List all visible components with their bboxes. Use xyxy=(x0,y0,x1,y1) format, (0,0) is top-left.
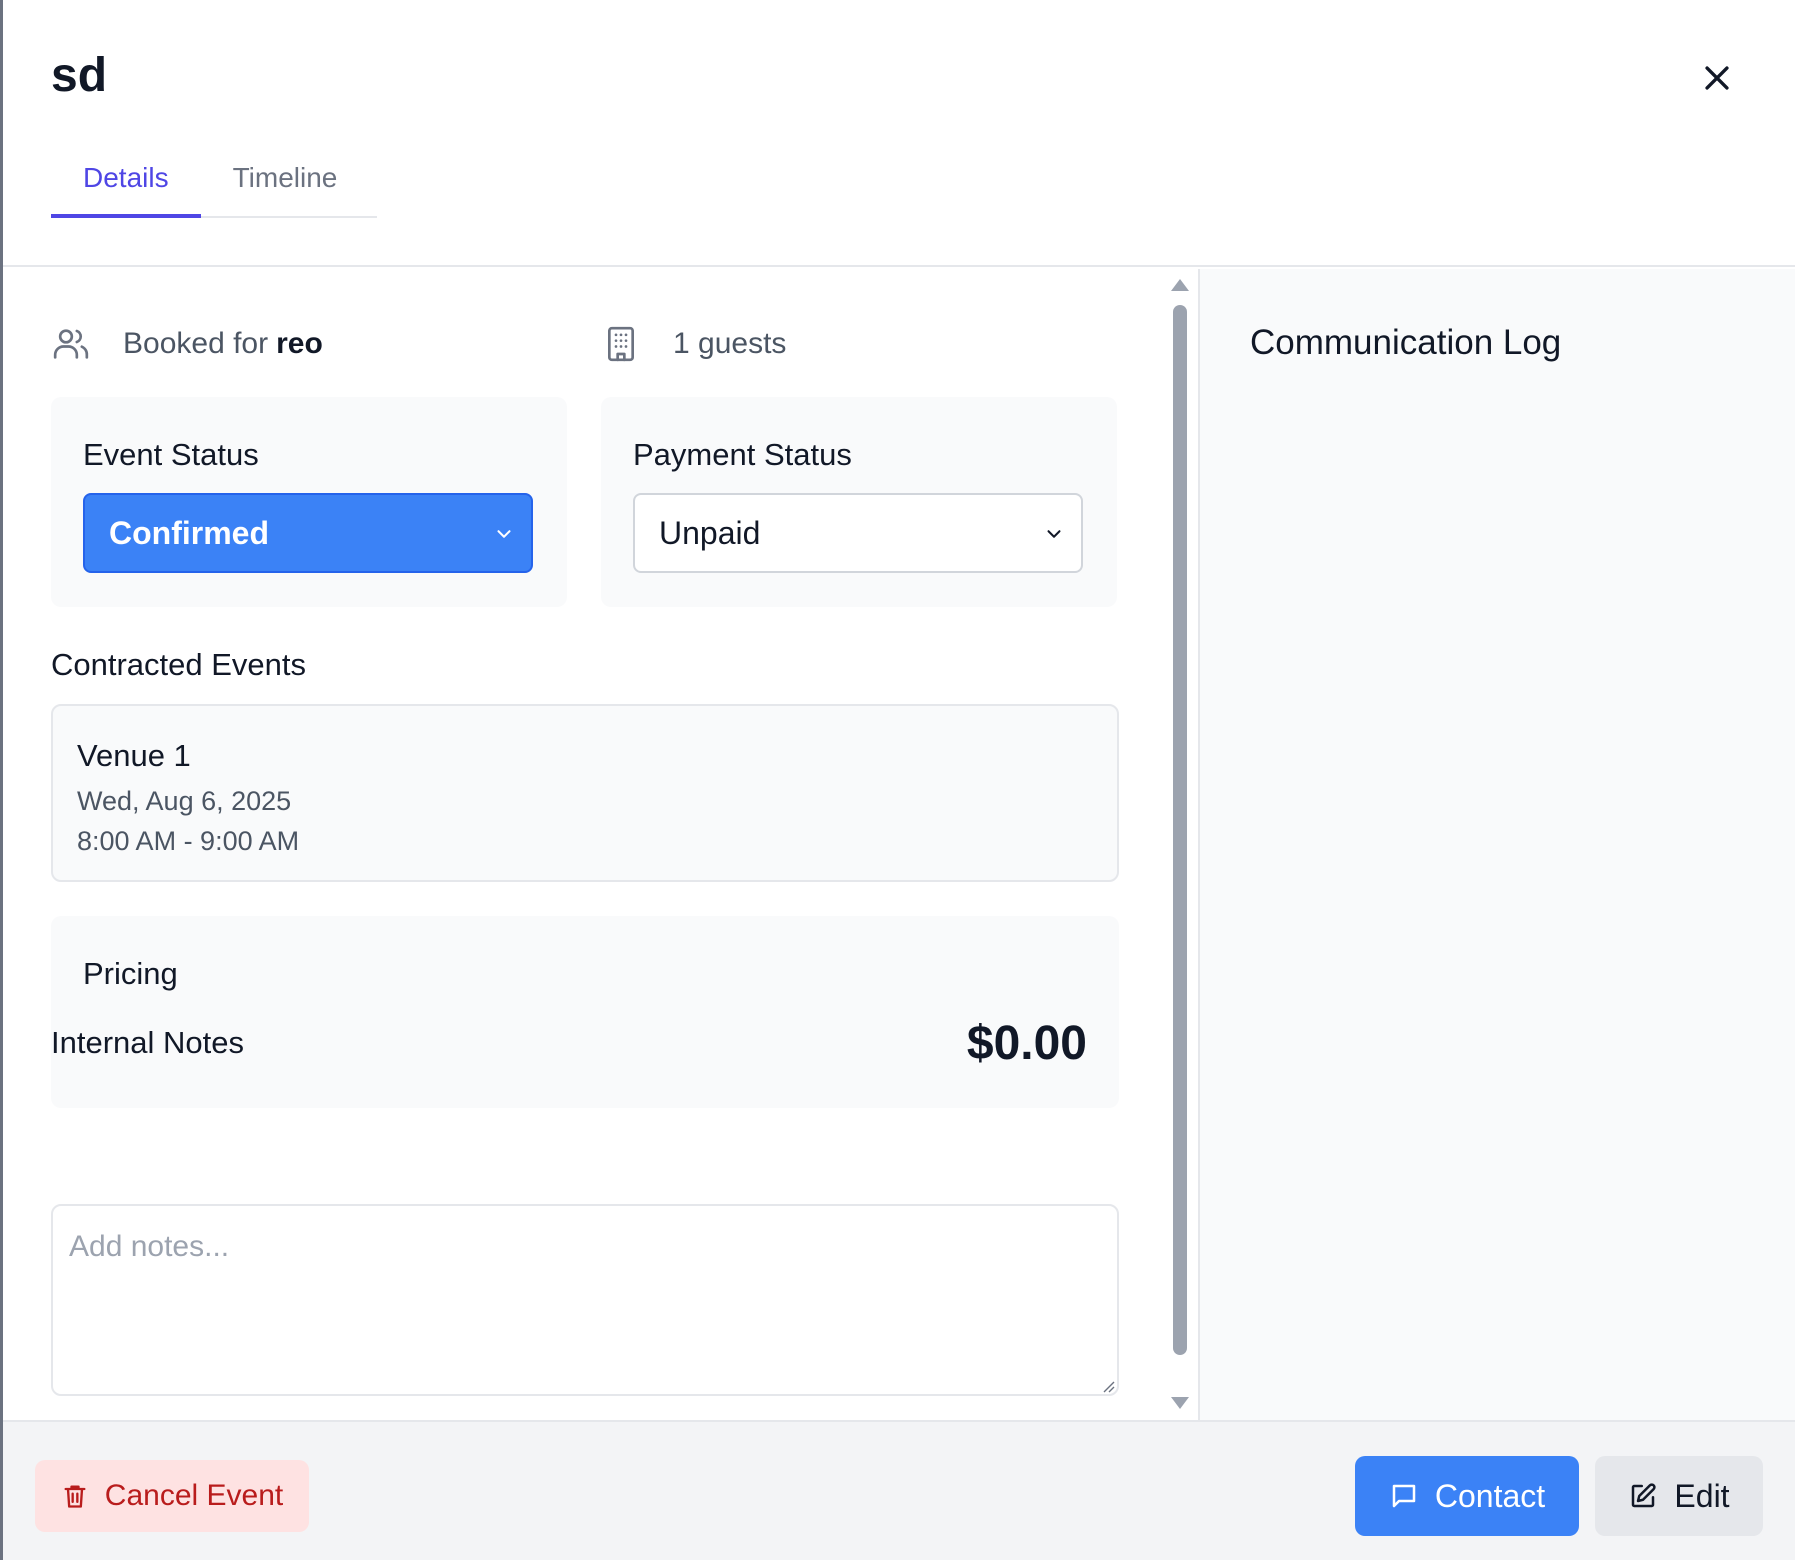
chevron-down-icon xyxy=(1047,530,1061,538)
contracted-events-heading: Contracted Events xyxy=(51,647,307,682)
event-status-card: Event Status Confirmed xyxy=(51,397,567,607)
payment-status-label: Payment Status xyxy=(633,437,852,472)
booking-modal: sd Details Timeline Booked for reo 1 gue… xyxy=(3,0,1795,1560)
payment-status-select[interactable]: Unpaid xyxy=(633,493,1083,573)
event-status-value: Confirmed xyxy=(109,514,269,551)
modal-footer: Cancel Event Contact Edit xyxy=(3,1420,1795,1560)
internal-notes-input[interactable] xyxy=(51,1204,1119,1396)
modal-title: sd xyxy=(51,49,108,102)
users-icon xyxy=(51,324,91,364)
venue-name: Venue 1 xyxy=(77,738,191,773)
pricing-total: $0.00 xyxy=(966,1017,1087,1070)
tab-bar: Details Timeline xyxy=(51,150,377,218)
scroll-up-arrow-icon[interactable] xyxy=(1171,279,1189,291)
booked-for-row: Booked for reo xyxy=(51,324,323,364)
close-icon xyxy=(1705,66,1729,90)
payment-status-value: Unpaid xyxy=(659,514,761,551)
trash-icon xyxy=(64,1485,86,1508)
tab-timeline[interactable]: Timeline xyxy=(201,150,370,218)
internal-notes-heading: Internal Notes xyxy=(51,1025,244,1060)
message-icon xyxy=(1392,1484,1416,1508)
contact-label: Contact xyxy=(1434,1477,1546,1514)
booked-for-name: reo xyxy=(276,327,323,360)
details-scrollbar[interactable] xyxy=(1169,269,1191,1420)
booked-for-label: Booked for xyxy=(123,327,269,360)
communication-log-title: Communication Log xyxy=(1250,323,1562,362)
edit-button[interactable]: Edit xyxy=(1595,1456,1763,1536)
pricing-card: Pricing $0.00 xyxy=(51,916,1119,1108)
guests-row: 1 guests xyxy=(601,324,786,364)
close-button[interactable] xyxy=(1689,50,1745,106)
contracted-event-item[interactable]: Venue 1 Wed, Aug 6, 2025 8:00 AM - 9:00 … xyxy=(51,704,1119,882)
communication-log-panel: Communication Log xyxy=(1198,269,1795,1420)
modal-header: sd Details Timeline xyxy=(3,0,1795,267)
scroll-thumb[interactable] xyxy=(1173,305,1187,1355)
guests-count: 1 guests xyxy=(673,327,787,360)
details-panel: Booked for reo 1 guests Event Status Con… xyxy=(3,269,1193,1420)
payment-status-card: Payment Status Unpaid xyxy=(601,397,1117,607)
cancel-event-button[interactable]: Cancel Event xyxy=(35,1460,309,1532)
edit-icon xyxy=(1632,1483,1657,1508)
pricing-label: Pricing xyxy=(83,956,178,991)
chevron-down-icon xyxy=(497,530,511,538)
event-status-select[interactable]: Confirmed xyxy=(83,493,533,573)
resize-grip-icon[interactable] xyxy=(1101,1379,1115,1393)
tab-details[interactable]: Details xyxy=(51,150,201,218)
contact-button[interactable]: Contact xyxy=(1355,1456,1579,1536)
scroll-down-arrow-icon[interactable] xyxy=(1171,1397,1189,1409)
cancel-event-label: Cancel Event xyxy=(104,1479,284,1512)
event-status-label: Event Status xyxy=(83,437,259,472)
building-icon xyxy=(601,324,641,364)
venue-time: 8:00 AM - 9:00 AM xyxy=(77,826,300,856)
edit-label: Edit xyxy=(1674,1477,1730,1514)
venue-date: Wed, Aug 6, 2025 xyxy=(77,786,292,816)
